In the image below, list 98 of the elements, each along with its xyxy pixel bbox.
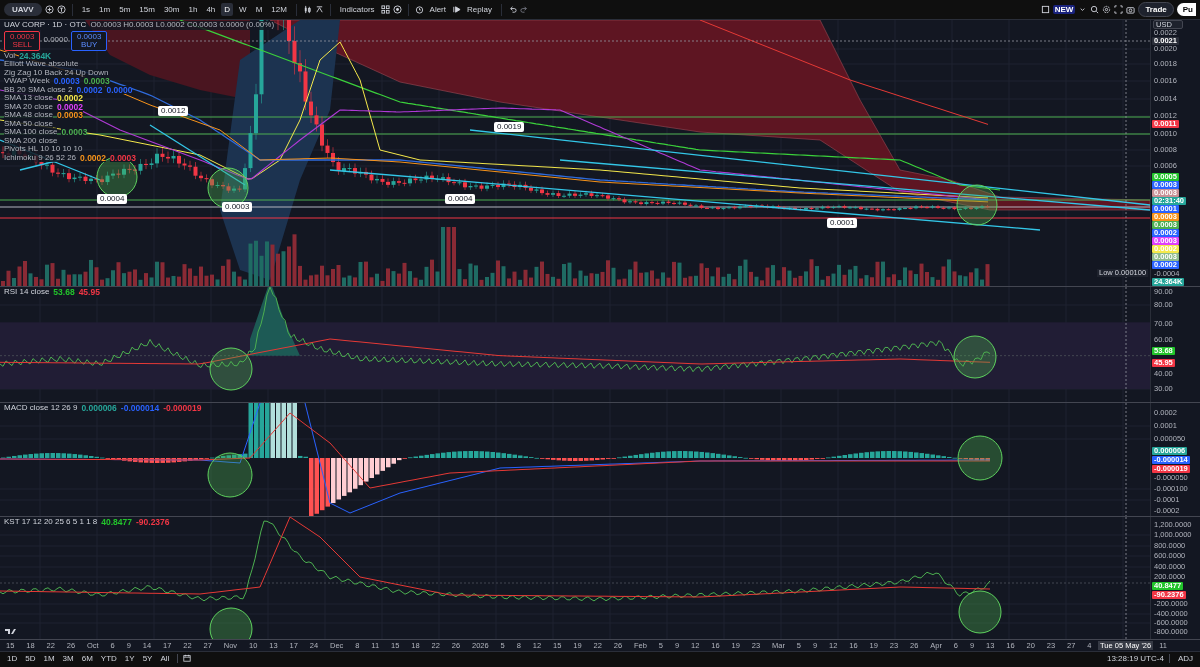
indicator-value: 0.0002	[56, 94, 83, 103]
highlight-circle	[207, 452, 253, 498]
settings-icon[interactable]	[1102, 5, 1112, 14]
record-icon[interactable]	[392, 5, 402, 14]
price-callout: 0.0004	[97, 194, 128, 204]
search-icon[interactable]	[1090, 5, 1100, 14]
indicator-legend: Ichimoku 9 26 52 26	[4, 153, 77, 162]
indicator-legend: SMA 50 close	[4, 119, 53, 128]
symbol-search[interactable]: UAVV	[4, 3, 42, 16]
highlight-circle	[956, 184, 998, 226]
interval-tab[interactable]: 15m	[136, 3, 158, 16]
indicator-value: 0.000006	[81, 404, 117, 413]
indicator-value: 0.0002	[56, 102, 83, 111]
calendar-icon[interactable]	[183, 654, 192, 662]
range-button[interactable]: 1Y	[121, 653, 138, 663]
candlestick-icon[interactable]	[302, 5, 312, 14]
indicator-legend: KST 17 12 20 25 6 5 1 1 8	[4, 518, 98, 527]
interval-tab[interactable]: 1s	[78, 3, 94, 16]
add-circle-icon[interactable]	[44, 5, 54, 14]
indicator-legend: BB 20 SMA close 2	[4, 85, 73, 94]
indicator-template-icon[interactable]	[314, 5, 324, 14]
indicator-value: 0.0003	[83, 77, 110, 86]
interval-tab[interactable]: M	[252, 3, 266, 16]
camera-icon[interactable]	[1126, 5, 1136, 14]
interval-tab[interactable]: 12M	[268, 3, 290, 16]
indicator-value: -0.000014	[120, 404, 160, 413]
indicators-button[interactable]: Indicators	[336, 3, 378, 16]
overbought-fill	[250, 287, 300, 356]
highlight-circle	[207, 167, 249, 209]
indicator-value: 0.0003	[56, 111, 83, 120]
interval-tab[interactable]: 1h	[185, 3, 201, 16]
indicator-legend: Pivots HL 10 10 10 10	[4, 145, 83, 154]
indicator-value: 0.0000	[106, 85, 133, 94]
indicator-legend: SMA 20 close	[4, 102, 53, 111]
price-callout: 0.0019	[494, 122, 525, 132]
indicator-value: 45.95	[78, 288, 100, 297]
indicator-value: -90.2376	[136, 518, 170, 527]
layout-square-icon[interactable]	[1040, 5, 1050, 14]
publish-button[interactable]: Pu	[1176, 3, 1196, 16]
range-button[interactable]: 1D	[4, 653, 21, 663]
highlight-circle	[953, 335, 997, 379]
sell-button[interactable]: 0.0003 SELL	[4, 30, 41, 51]
spread-value: 0.0000	[43, 36, 68, 45]
new-badge[interactable]: NEW	[1052, 5, 1076, 14]
price-callout: 0.0001	[827, 218, 858, 228]
indicator-value: 53.68	[53, 288, 75, 297]
indicator-legend: MACD close 12 26 9	[4, 404, 78, 413]
interval-tab[interactable]: W	[236, 3, 250, 16]
price-callout: 0.0012	[158, 106, 189, 116]
indicator-value: 40.8477	[101, 518, 132, 527]
indicator-value: 0.0002	[76, 85, 103, 94]
trade-button[interactable]: Trade	[1138, 2, 1174, 17]
compare-icon[interactable]	[56, 5, 66, 14]
indicator-value: -0.000019	[163, 404, 202, 413]
interval-tab[interactable]: 1m	[96, 3, 114, 16]
range-button[interactable]: 6M	[78, 653, 96, 663]
indicator-value: 0.0003	[61, 128, 88, 137]
highlight-circle	[957, 435, 1003, 481]
indicator-legend: Vol	[4, 51, 16, 60]
alert-button[interactable]: Alert	[426, 3, 449, 16]
range-button[interactable]: 5Y	[139, 653, 156, 663]
alarm-clock-icon[interactable]	[414, 5, 424, 14]
adjust-button[interactable]: ADJ	[1174, 653, 1196, 663]
logo-icon	[5, 629, 16, 634]
indicator-legend: SMA 13 close	[4, 94, 53, 103]
range-button[interactable]: YTD	[97, 653, 120, 663]
indicator-legend: Zig Zag 10 Back 24 Up Down	[4, 68, 109, 77]
ohlc-values: O0.0003 H0.0003 L0.0002 C0.0003 0.0000 (0.00%)	[90, 21, 275, 30]
fullscreen-icon[interactable]	[1114, 5, 1124, 14]
interval-tab[interactable]: 4h	[203, 3, 219, 16]
indicator-legend: RSI 14 close	[4, 288, 50, 297]
layout-grid-icon[interactable]	[380, 5, 390, 14]
interval-tab[interactable]: 5m	[116, 3, 134, 16]
interval-tab[interactable]: 30m	[160, 3, 183, 16]
replay-button[interactable]: Replay	[464, 3, 495, 16]
indicator-legend: SMA 200 close	[4, 136, 58, 145]
indicator-value: 0.0003	[53, 77, 80, 86]
indicator-value: 0.0003	[110, 153, 137, 162]
range-button[interactable]: All	[157, 653, 173, 663]
indicator-legend: SMA 100 close	[4, 128, 58, 137]
redo-icon[interactable]	[519, 5, 529, 14]
replay-icon[interactable]	[452, 5, 461, 14]
range-button[interactable]: 3M	[59, 653, 77, 663]
indicator-value: 24.364K	[19, 51, 52, 60]
highlight-circle	[958, 590, 1002, 634]
indicator-legend: UAV CORP · 1D · OTC	[4, 21, 87, 30]
indicator-value: 0.0002	[80, 153, 107, 162]
indicator-legend: VWAP Week	[4, 77, 50, 86]
indicator-legend: Elliott Wave absolute	[4, 60, 79, 69]
price-callout: 0.0003	[222, 202, 253, 212]
indicator-legend: SMA 48 close	[4, 111, 53, 120]
clock-text: 13:28:19 UTC-4	[1106, 653, 1164, 663]
highlight-circle	[209, 347, 253, 391]
range-button[interactable]: 1M	[40, 653, 58, 663]
interval-tab[interactable]: D	[221, 3, 234, 16]
buy-button[interactable]: 0.0003 BUY	[70, 30, 108, 51]
range-button[interactable]: 5D	[22, 653, 39, 663]
price-callout: 0.0004	[445, 194, 476, 204]
